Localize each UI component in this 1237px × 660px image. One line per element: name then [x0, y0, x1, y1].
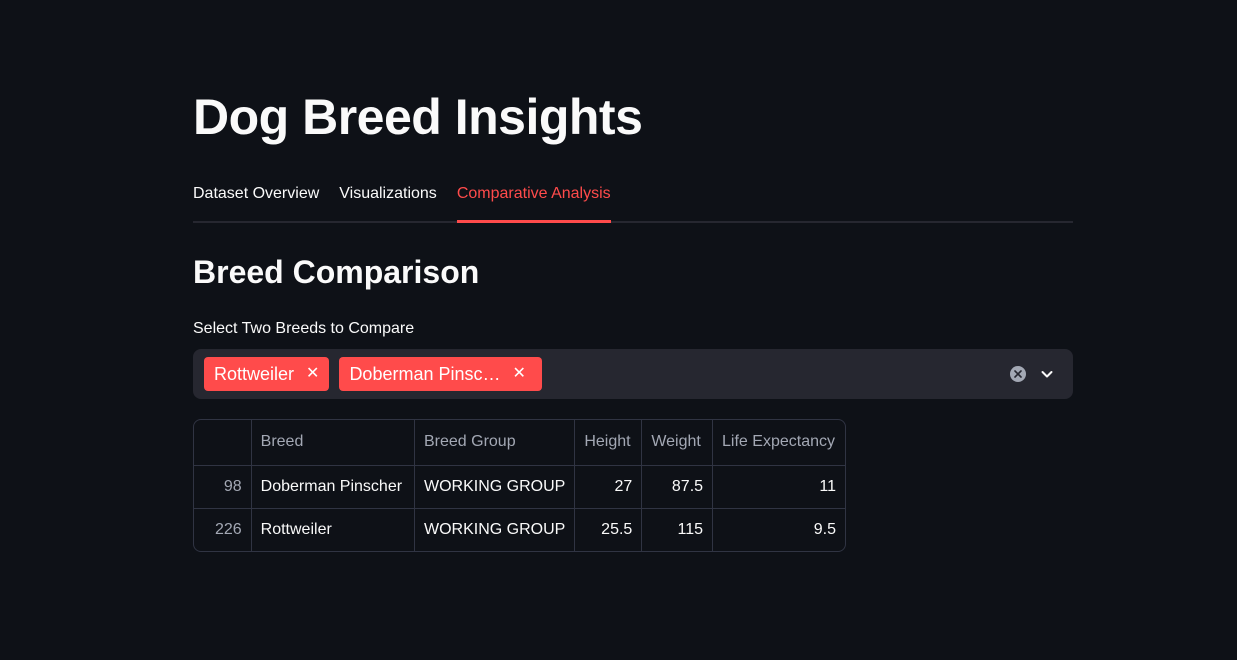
breed-select-label: Select Two Breeds to Compare: [193, 320, 415, 337]
tab-visualizations[interactable]: Visualizations: [339, 180, 437, 221]
page-title: Dog Breed Insights: [193, 89, 643, 145]
breed-multiselect[interactable]: Rottweiler ✕ Doberman Pinsc… ✕: [193, 349, 1073, 399]
row-index: 226: [194, 508, 252, 551]
cell-height[interactable]: 27: [574, 465, 643, 509]
remove-chip-icon[interactable]: ✕: [513, 366, 526, 382]
column-header-weight[interactable]: Weight: [641, 420, 714, 466]
cell-weight[interactable]: 115: [641, 508, 714, 551]
chip-label: Rottweiler: [214, 363, 295, 384]
chip-doberman-pinscher: Doberman Pinsc… ✕: [339, 357, 543, 391]
column-header-index[interactable]: [194, 420, 252, 466]
chevron-down-icon[interactable]: [1039, 366, 1055, 382]
section-title: Breed Comparison: [193, 254, 480, 290]
cell-breed[interactable]: Doberman Pinscher: [251, 465, 415, 509]
table-row: 226 Rottweiler WORKING GROUP 25.5 115 9.…: [194, 508, 845, 551]
remove-chip-icon[interactable]: ✕: [306, 366, 319, 382]
cell-breed[interactable]: Rottweiler: [251, 508, 415, 551]
table-row: 98 Doberman Pinscher WORKING GROUP 27 87…: [194, 465, 845, 509]
cell-breed-group[interactable]: WORKING GROUP: [414, 508, 576, 551]
column-header-breed[interactable]: Breed: [251, 420, 415, 466]
tab-bar: Dataset Overview Visualizations Comparat…: [193, 180, 1073, 223]
cell-height[interactable]: 25.5: [574, 508, 643, 551]
row-index: 98: [194, 465, 252, 509]
cell-life-expectancy[interactable]: 9.5: [713, 508, 845, 551]
cell-life-expectancy[interactable]: 11: [712, 465, 845, 509]
clear-icon[interactable]: [1010, 366, 1026, 382]
chip-rottweiler: Rottweiler ✕: [204, 357, 330, 391]
cell-weight[interactable]: 87.5: [641, 465, 714, 509]
tab-comparative-analysis[interactable]: Comparative Analysis: [456, 180, 611, 223]
chip-label: Doberman Pinsc…: [349, 363, 501, 384]
table-header-row: Breed Breed Group Height Weight Life Exp…: [194, 420, 845, 466]
tab-dataset-overview[interactable]: Dataset Overview: [193, 180, 319, 221]
column-header-height[interactable]: Height: [574, 420, 643, 466]
comparison-table: Breed Breed Group Height Weight Life Exp…: [193, 419, 846, 552]
column-header-breed-group[interactable]: Breed Group: [414, 420, 576, 466]
column-header-life-expectancy[interactable]: Life Expectancy: [712, 420, 845, 466]
cell-breed-group[interactable]: WORKING GROUP: [414, 465, 576, 509]
